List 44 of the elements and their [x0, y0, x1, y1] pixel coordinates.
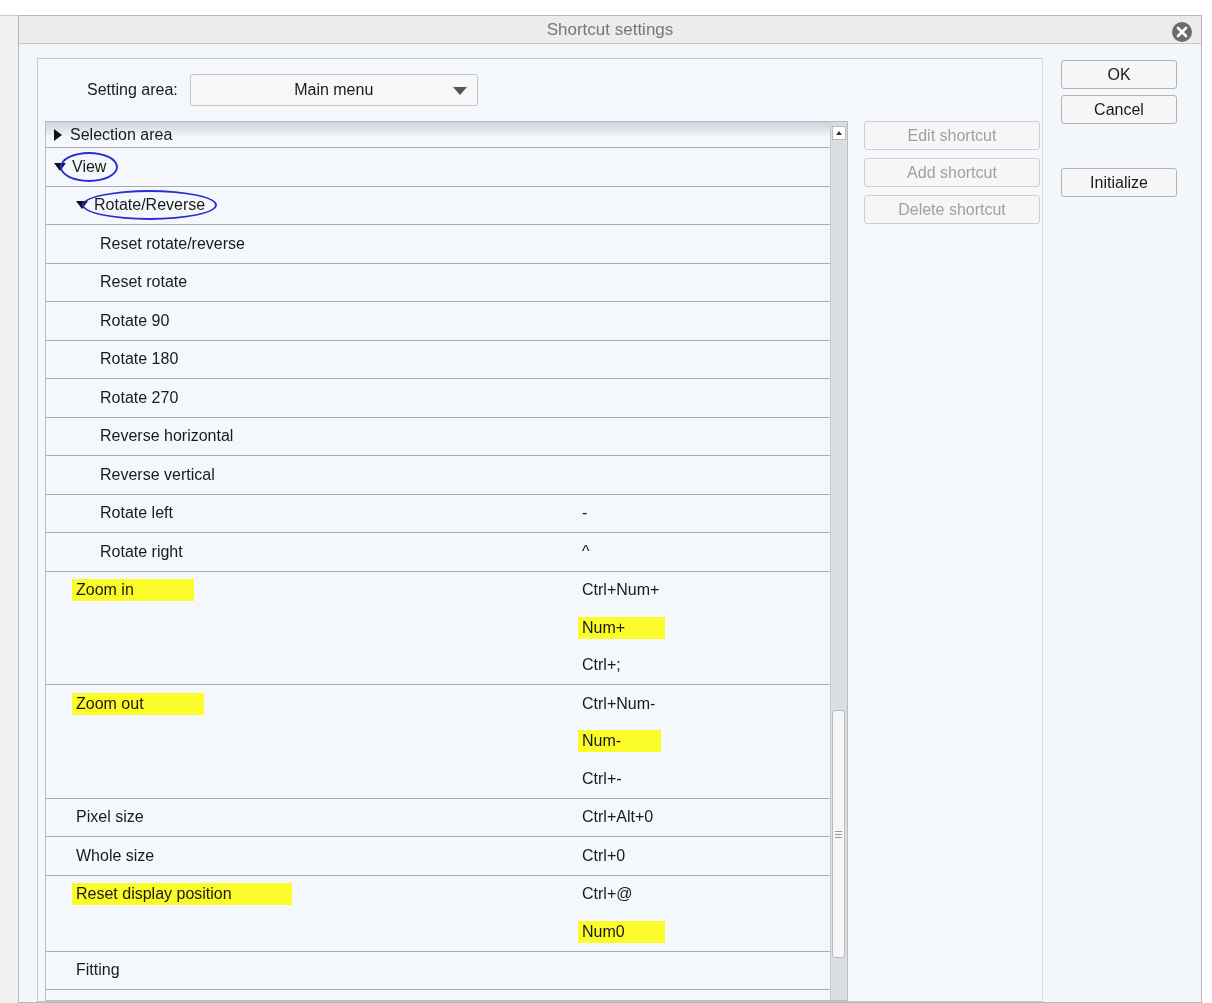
dialog-button[interactable]: OK	[1061, 60, 1177, 89]
command-name[interactable]: Pixel size	[72, 806, 148, 829]
shortcut-keys[interactable]: Ctrl+Alt+0	[578, 806, 658, 829]
shortcut-keys[interactable]: Ctrl+@	[578, 883, 637, 906]
scrollbar[interactable]	[830, 122, 847, 1000]
command-name[interactable]: Rotate 90	[96, 309, 174, 332]
caret-icon	[452, 87, 467, 95]
shortcut-keys[interactable]: Ctrl+Num-	[578, 692, 660, 715]
shortcut-keys[interactable]: -	[578, 502, 592, 525]
command-name[interactable]: Rotate left	[96, 502, 177, 525]
tree-group-label[interactable]: Selection area	[66, 123, 177, 146]
setting-area-dropdown[interactable]: Main menu	[189, 74, 478, 106]
command-name[interactable]: Rotate 270	[96, 386, 183, 409]
command-name[interactable]: Fitting	[72, 959, 124, 982]
command-name[interactable]: Reverse horizontal	[96, 425, 238, 448]
expanded-arrow-icon[interactable]	[54, 162, 66, 171]
shortcut-keys[interactable]: Ctrl+Num+	[578, 579, 664, 602]
shortcut-keys[interactable]: Ctrl+0	[578, 844, 630, 867]
tree-group-label[interactable]: View	[60, 151, 119, 182]
window-title: Shortcut settings	[546, 19, 674, 40]
setting-area-label: Setting area:	[87, 81, 178, 99]
scroll-thumb[interactable]	[832, 710, 845, 958]
shortcut-keys[interactable]: Num-	[578, 730, 662, 753]
command-name[interactable]: Zoom out	[72, 692, 204, 715]
tree-group-label[interactable]: Rotate/Reverse	[82, 190, 218, 221]
collapsed-arrow-icon[interactable]	[54, 128, 62, 141]
command-name[interactable]: Rotate right	[96, 540, 187, 563]
scroll-up-icon[interactable]	[832, 126, 846, 140]
shortcut-keys[interactable]: Ctrl+-	[578, 767, 626, 790]
command-name[interactable]: Reset display position	[72, 883, 292, 906]
command-name[interactable]: Reset rotate	[96, 271, 192, 294]
command-name[interactable]: Reverse vertical	[96, 463, 219, 486]
close-icon[interactable]	[1171, 21, 1193, 43]
dialog-button[interactable]: Cancel	[1061, 95, 1177, 124]
command-name[interactable]: Reset rotate/reverse	[96, 232, 249, 255]
shortcut-keys[interactable]: Ctrl+;	[578, 654, 625, 677]
shortcut-keys[interactable]: Num0	[578, 920, 665, 943]
shortcut-keys[interactable]: ^	[578, 540, 594, 563]
shortcut-keys[interactable]: Num+	[578, 616, 666, 639]
dialog-button[interactable]: Initialize	[1061, 168, 1177, 197]
command-name[interactable]: Zoom in	[72, 579, 194, 602]
command-name[interactable]: Rotate 180	[96, 348, 183, 371]
command-name[interactable]: Whole size	[72, 844, 159, 867]
expanded-arrow-icon[interactable]	[76, 201, 88, 210]
